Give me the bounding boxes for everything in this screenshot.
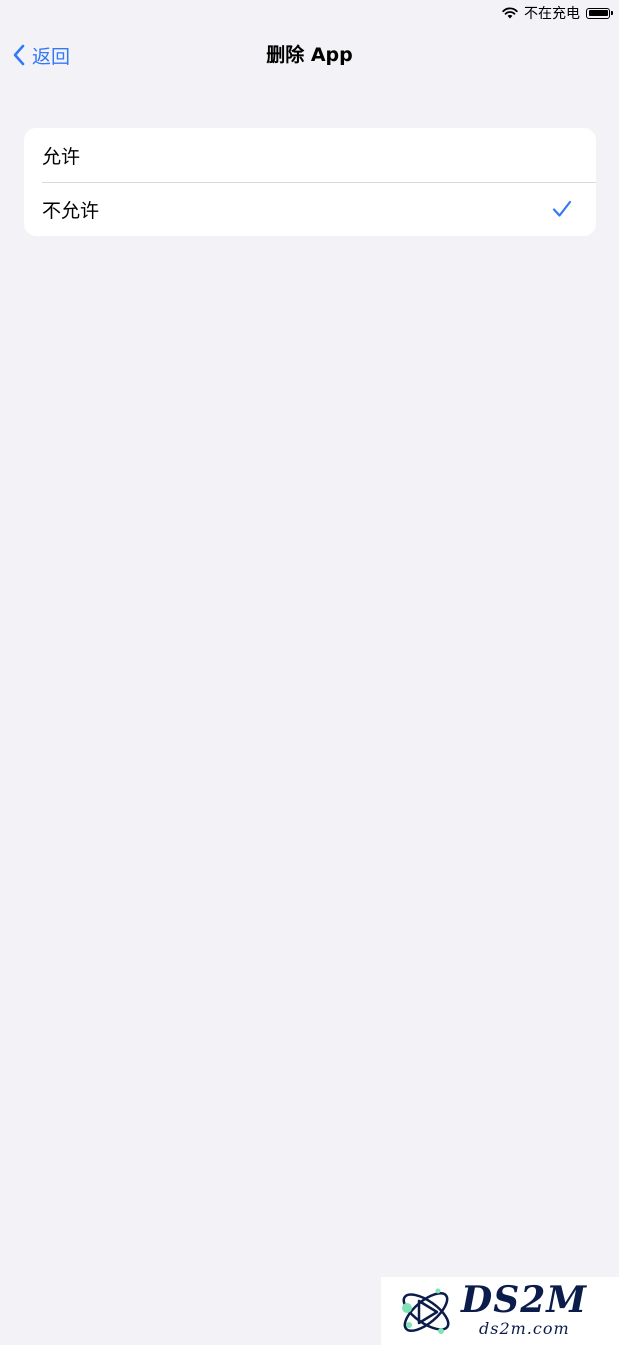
battery-icon [586,7,613,19]
option-allow[interactable]: 允许 [24,128,596,182]
option-label: 不允许 [42,199,100,222]
nav-bar: 返回 删除 App [0,30,619,80]
watermark: DS2M ds2m.com [381,1277,619,1345]
page-title: 删除 App [266,44,353,66]
wifi-icon [502,7,518,19]
charging-status-text: 不在充电 [524,6,580,22]
options-list: 允许 不允许 [24,128,596,236]
watermark-logo-text: DS2M [461,1279,588,1321]
checkmark-icon [552,200,572,217]
option-disallow[interactable]: 不允许 [24,182,596,236]
watermark-url-text: ds2m.com [479,1319,570,1338]
status-bar: 不在充电 [502,0,619,26]
option-label: 允许 [42,145,81,168]
atom-logo-icon [402,1288,450,1334]
